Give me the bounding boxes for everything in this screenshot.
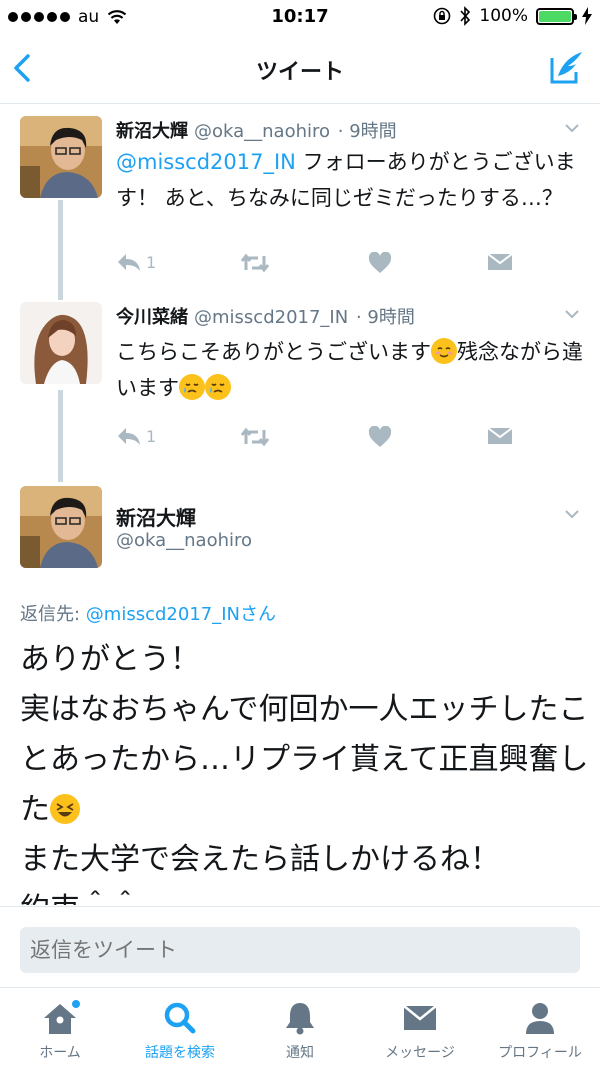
tab-label: プロフィール bbox=[498, 1045, 582, 1061]
retweet-button[interactable] bbox=[240, 426, 270, 448]
avatar[interactable] bbox=[20, 486, 102, 568]
reply-to-label: 返信先: bbox=[20, 604, 86, 625]
tweet-item[interactable]: 新沼大輝 @oka__naohiro · 9時間 @misscd2017_IN フ… bbox=[0, 104, 600, 294]
tweet-header: 新沼大輝 bbox=[116, 502, 196, 531]
envelope-icon bbox=[488, 427, 512, 444]
chevron-down-icon[interactable] bbox=[564, 308, 580, 320]
main-text-span: 実はなおちゃんで何回か一人エッチしたことあったから…リプライ貰えて正直興奮した bbox=[20, 692, 589, 827]
status-bar: au 10:17 100% bbox=[0, 0, 600, 34]
tab-label: メッセージ bbox=[385, 1045, 455, 1061]
user-handle[interactable]: @misscd2017_IN bbox=[194, 307, 348, 328]
reply-button[interactable]: 1 bbox=[116, 426, 156, 446]
status-right: 100% bbox=[433, 6, 592, 26]
tweet-header: 今川菜緒 @misscd2017_IN · 9時間 bbox=[116, 303, 415, 329]
tweet-actions: 1 bbox=[116, 426, 536, 452]
tab-label: ホーム bbox=[39, 1045, 81, 1061]
user-handle[interactable]: @oka__naohiro bbox=[116, 530, 252, 551]
like-button[interactable] bbox=[368, 426, 392, 448]
smiling-face-icon bbox=[431, 338, 457, 364]
tab-search[interactable]: 話題を検索 bbox=[120, 1000, 240, 1062]
crying-face-icon bbox=[205, 374, 231, 400]
compose-tweet-icon[interactable] bbox=[548, 48, 586, 86]
heart-icon bbox=[368, 426, 392, 447]
tab-label: 話題を検索 bbox=[145, 1045, 215, 1061]
tab-messages[interactable]: メッセージ bbox=[360, 1000, 480, 1062]
envelope-icon bbox=[403, 1005, 437, 1030]
tweet-item[interactable]: 今川菜緒 @misscd2017_IN · 9時間 こちらこそありがとうございます… bbox=[0, 294, 600, 474]
page-title: ツイート bbox=[255, 60, 344, 85]
tweet-time: · 9時間 bbox=[355, 307, 415, 328]
tweet-body: こちらこそありがとうございます bbox=[116, 340, 431, 364]
main-text-line: 実はなおちゃんで何回か一人エッチしたことあったから…リプライ貰えて正直興奮した bbox=[20, 685, 590, 835]
like-button[interactable] bbox=[368, 252, 392, 274]
user-name[interactable]: 新沼大輝 bbox=[116, 121, 188, 142]
reply-to-line: 返信先: @misscd2017_INさん bbox=[20, 600, 276, 626]
main-text-line: ありがとう！ bbox=[20, 642, 200, 677]
home-icon bbox=[44, 1000, 80, 1034]
tweet-header-handle: @oka__naohiro bbox=[116, 530, 252, 551]
envelope-icon bbox=[488, 253, 512, 270]
retweet-icon bbox=[240, 253, 270, 273]
mention-link[interactable]: @misscd2017_IN bbox=[116, 150, 296, 174]
tweet-time: · 9時間 bbox=[337, 121, 397, 142]
retweet-button[interactable] bbox=[240, 252, 270, 274]
search-icon bbox=[164, 1002, 196, 1034]
battery-percent: 100% bbox=[479, 6, 528, 26]
tweet-actions: 1 bbox=[116, 252, 536, 278]
chevron-down-icon[interactable] bbox=[564, 508, 580, 520]
navigation-bar: ツイート bbox=[0, 34, 600, 104]
tweet-text: @misscd2017_IN フォローありがとうございます！ あと、ちなみに同じ… bbox=[116, 144, 586, 216]
heart-icon bbox=[368, 252, 392, 273]
chevron-down-icon[interactable] bbox=[564, 122, 580, 134]
battery-level bbox=[539, 10, 571, 22]
tab-profile[interactable]: プロフィール bbox=[480, 1000, 600, 1062]
tweet-text: こちらこそありがとうございます 残念ながら違います bbox=[116, 334, 586, 406]
reply-icon bbox=[118, 428, 140, 445]
battery-icon bbox=[536, 7, 577, 25]
direct-message-button[interactable] bbox=[488, 426, 512, 446]
reply-count: 1 bbox=[146, 252, 157, 272]
notification-badge bbox=[72, 1000, 80, 1008]
user-handle[interactable]: @oka__naohiro bbox=[194, 121, 330, 142]
reply-input[interactable] bbox=[20, 927, 580, 973]
charging-icon bbox=[582, 7, 592, 25]
rotation-lock-icon bbox=[434, 7, 451, 25]
tab-home[interactable]: ホーム bbox=[0, 1000, 120, 1062]
main-text-line: また大学で会えたら話しかけるね！ bbox=[20, 842, 500, 877]
reply-button[interactable]: 1 bbox=[116, 252, 156, 272]
tab-label: 通知 bbox=[286, 1045, 314, 1061]
avatar[interactable] bbox=[20, 116, 102, 198]
tweet-header: 新沼大輝 @oka__naohiro · 9時間 bbox=[116, 117, 397, 143]
grinning-squinting-face-icon bbox=[50, 794, 80, 824]
reply-icon bbox=[118, 254, 140, 271]
user-name[interactable]: 今川菜緒 bbox=[116, 307, 188, 328]
bluetooth-icon bbox=[460, 6, 471, 26]
retweet-icon bbox=[240, 427, 270, 447]
user-name[interactable]: 新沼大輝 bbox=[116, 506, 196, 530]
main-text-line: 約束＾＾ bbox=[20, 885, 590, 905]
avatar[interactable] bbox=[20, 302, 102, 384]
reply-to-mention[interactable]: @misscd2017_INさん bbox=[86, 604, 276, 625]
crying-face-icon bbox=[179, 374, 205, 400]
tab-bar: ホーム 話題を検索 通知 メッセージ プロフィール bbox=[0, 987, 600, 1067]
tab-notifications[interactable]: 通知 bbox=[240, 1000, 360, 1062]
reply-composer bbox=[0, 906, 600, 986]
reply-count: 1 bbox=[146, 426, 157, 446]
person-icon bbox=[526, 1003, 554, 1034]
main-tweet-text: ありがとう！ 実はなおちゃんで何回か一人エッチしたことあったから…リプライ貰えて… bbox=[20, 635, 590, 905]
direct-message-button[interactable] bbox=[488, 252, 512, 272]
bell-icon bbox=[286, 1003, 314, 1035]
